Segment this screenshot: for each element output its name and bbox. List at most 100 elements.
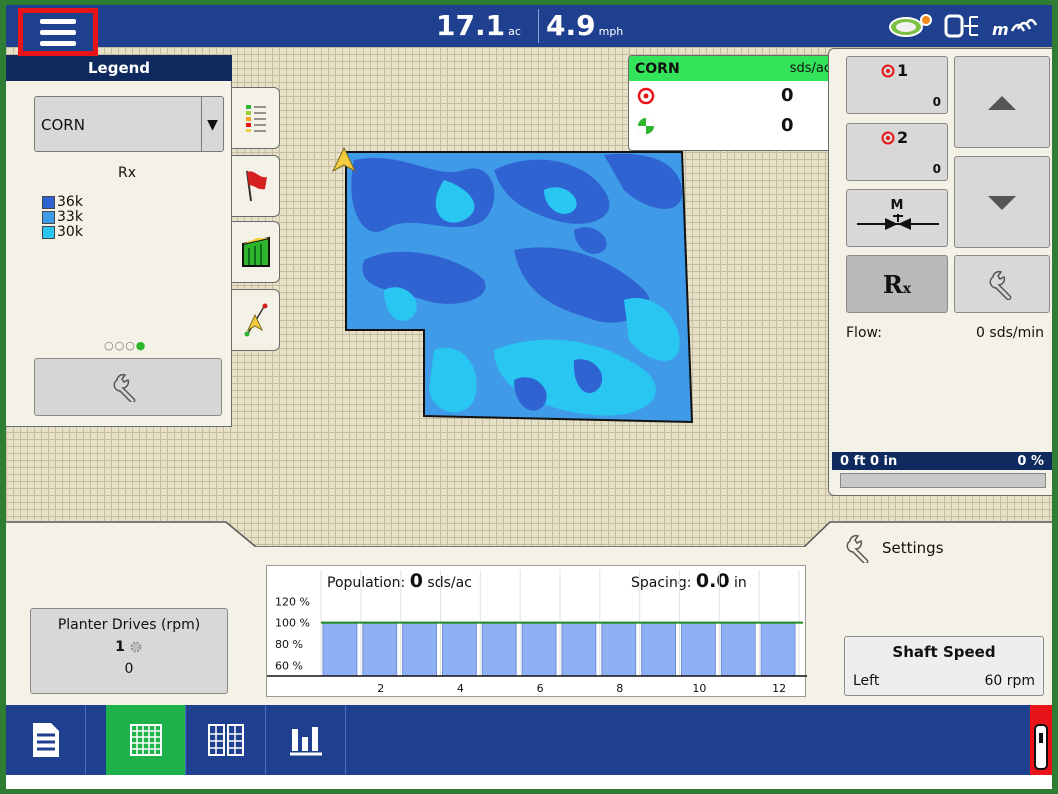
crop-select[interactable]: CORN ▼ [34, 96, 224, 152]
lift-switch-icon [1034, 724, 1048, 770]
arrow-down-icon [988, 196, 1016, 210]
applied-rate-row: 0 [629, 111, 837, 141]
product-1-button[interactable]: 1 0 [846, 56, 948, 114]
product-1-label: 1 [897, 61, 909, 80]
population-bar [402, 622, 438, 677]
product-2-button[interactable]: 2 0 [846, 123, 948, 181]
legend-title: Legend [6, 55, 232, 81]
planter-drives-button[interactable]: Planter Drives (rpm) 1 0 [30, 608, 228, 694]
top-separator [538, 9, 539, 43]
population-bar [720, 622, 756, 677]
shaft-value: 60 rpm [984, 673, 1035, 689]
population-bar [521, 622, 557, 677]
lift-switch[interactable] [1030, 705, 1052, 775]
planter-drives-title: Planter Drives (rpm) [57, 617, 201, 633]
legend-swatch [42, 211, 55, 224]
legend-swatch [42, 196, 55, 209]
wireless-signal-icon[interactable]: m [990, 13, 1042, 39]
shaft-side: Left [853, 673, 880, 689]
area-readout: 17.1 ac [436, 9, 521, 49]
bottom-bar [6, 705, 1052, 775]
tab-guidance[interactable] [232, 289, 280, 351]
product-1-value: 0 [932, 95, 941, 109]
arrow-up-icon [988, 96, 1016, 110]
settings-button[interactable]: Settings [846, 533, 944, 563]
target-icon [637, 87, 655, 105]
legend-page-dots[interactable]: ○○○● [104, 339, 146, 352]
x-tick-label: 6 [537, 682, 544, 695]
settings-label: Settings [882, 539, 944, 557]
population-bar [641, 622, 676, 677]
product-header: CORN sds/ac [629, 56, 837, 81]
target-icon [881, 131, 895, 144]
speed-readout: 4.9 mph [546, 9, 623, 49]
split-view-button[interactable] [186, 705, 266, 775]
document-icon [32, 723, 59, 757]
legend-list-icon [245, 105, 266, 132]
implement-connection-icon[interactable] [944, 13, 980, 39]
product-2-label: 2 [897, 128, 909, 147]
performance-view-button[interactable] [266, 705, 346, 775]
population-chart[interactable]: Population: 0 sds/ac Spacing: 0.0 in 120… [266, 565, 807, 697]
y-tick-label: 100 % [275, 617, 310, 630]
applied-rate-icon [638, 118, 654, 134]
field-boundary-icon [241, 236, 270, 267]
rate-increase-button[interactable] [954, 56, 1050, 148]
gear-icon [130, 641, 142, 653]
top-bar: 17.1 ac 4.9 mph m [6, 5, 1052, 47]
rate-settings-button[interactable] [954, 255, 1050, 313]
product-2-label-group: 2 [881, 128, 908, 147]
screen: 17.1 ac 4.9 mph m Legend CORN ▼ Rx 36k 3… [6, 5, 1052, 775]
product-name: CORN [635, 60, 680, 77]
tab-legend[interactable] [232, 87, 280, 149]
flag-icon [245, 170, 267, 202]
planter-drive-row: 1 [31, 639, 227, 655]
x-tick-label: 8 [616, 682, 623, 695]
depth-label: 0 ft 0 in [840, 453, 898, 469]
rate-decrease-button[interactable] [954, 156, 1050, 248]
shaft-speed-title: Shaft Speed [892, 643, 996, 661]
applied-rate-value: 0 [781, 115, 794, 136]
dropdown-arrow-icon: ▼ [201, 97, 223, 151]
legend-layer-label: Rx [118, 165, 137, 181]
x-tick-label: 12 [772, 682, 786, 695]
population-bar [362, 622, 398, 677]
rx-icon: Rx [882, 270, 912, 299]
area-unit: ac [508, 25, 521, 38]
vehicle-arrow-icon [332, 147, 356, 173]
depth-bar: 0 ft 0 in 0 % [832, 452, 1052, 470]
legend-swatch [42, 226, 55, 239]
split-grid-icon [207, 724, 244, 756]
area-value: 17.1 [436, 9, 506, 42]
planter-drive-value: 0 [124, 661, 134, 677]
gps-satellite-icon[interactable] [888, 13, 934, 39]
product-1-label-group: 1 [881, 61, 908, 80]
depth-percent: 0 % [1017, 453, 1044, 469]
summary-button[interactable] [6, 705, 86, 775]
prescription-button[interactable]: Rx [846, 255, 948, 313]
tab-flags[interactable] [232, 155, 280, 217]
population-bar [561, 622, 597, 677]
population-bar [681, 622, 716, 677]
map-view-button[interactable] [106, 705, 186, 775]
speed-value: 4.9 [546, 9, 596, 42]
product-rate-box[interactable]: CORN sds/ac 0 0 [628, 55, 838, 151]
manual-rate-button[interactable]: M [846, 189, 948, 247]
shaft-speed-button[interactable]: Shaft Speed Left 60 rpm [844, 636, 1044, 696]
legend-settings-button[interactable] [34, 358, 222, 416]
x-tick-label: 2 [377, 682, 384, 695]
legend-item: 33k [42, 210, 83, 225]
flow-value: 0 sds/min [976, 325, 1044, 341]
manual-override-icon [857, 214, 939, 230]
x-tick-label: 10 [692, 682, 706, 695]
tab-field-boundary[interactable] [232, 221, 280, 283]
main-menu-button[interactable] [18, 8, 98, 56]
population-bar [322, 622, 358, 677]
rx-label: R [882, 270, 903, 299]
field-boundary [345, 151, 694, 424]
product-2-value: 0 [932, 162, 941, 176]
guidance-line-icon [244, 303, 267, 337]
y-tick-label: 80 % [275, 638, 303, 651]
svg-text:m: m [992, 20, 1009, 39]
population-bar [601, 622, 637, 677]
